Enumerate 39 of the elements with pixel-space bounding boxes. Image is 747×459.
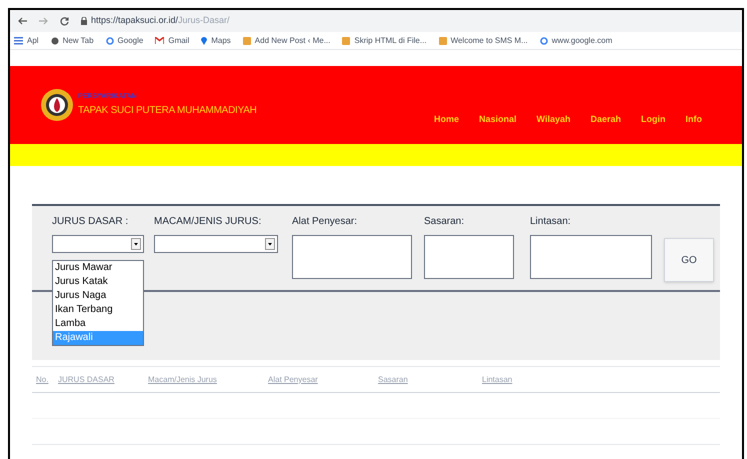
field-label: Alat Penyesar: (292, 215, 358, 229)
bookmark[interactable]: Add New Post ‹ Me... (242, 34, 330, 46)
dropdown-option[interactable]: Ikan Terbang (53, 303, 143, 317)
reload-icon[interactable] (60, 16, 69, 26)
dropdown-option[interactable]: Jurus Katak (53, 275, 143, 289)
maps-icon (201, 36, 208, 44)
lock-icon (81, 17, 87, 25)
field-label: MACAM/JENIS JURUS: (154, 215, 262, 229)
jenis-jurus-select[interactable] (154, 235, 278, 253)
alat-penyesar-field[interactable] (292, 235, 412, 279)
bookmark[interactable]: Skrip HTML di File... (342, 34, 427, 46)
field-label: Lintasan: (530, 215, 572, 229)
field-label: Sasaran: (424, 215, 466, 229)
page-icon (342, 36, 350, 44)
field-label: JURUS DASAR : (52, 215, 130, 229)
page-icon (438, 36, 447, 44)
google-icon (540, 36, 548, 44)
logo-title: TAPAK SUCI PUTERA MUHAMMADIYAH (78, 104, 257, 118)
apps-icon (14, 36, 23, 44)
lintasan-field[interactable] (530, 235, 652, 279)
bookmark[interactable]: Maps (201, 34, 231, 46)
bookmark[interactable]: Apl (14, 34, 39, 46)
bookmark[interactable]: Welcome to SMS M... (438, 34, 528, 46)
address-url[interactable]: https://tapaksuci.or.id/Jurus-Dasar/ (91, 14, 230, 28)
go-button[interactable]: GO (664, 238, 714, 282)
dropdown-option[interactable]: Lamba (53, 317, 143, 331)
sasaran-field[interactable] (424, 235, 514, 279)
gmail-icon (155, 37, 164, 44)
bookmark[interactable]: New Tab (50, 34, 94, 46)
bookmark[interactable]: www.google.com (540, 34, 612, 46)
jurus-dasar-select[interactable] (52, 235, 144, 253)
emblem-icon (40, 88, 74, 122)
bookmark[interactable]: Google (106, 34, 144, 46)
back-icon[interactable] (18, 17, 27, 25)
dropdown-option[interactable]: Jurus Mawar (53, 261, 143, 275)
page-icon (242, 36, 251, 44)
dropdown-option[interactable]: Jurus Naga (53, 289, 143, 303)
bookmark[interactable]: Gmail (155, 34, 190, 46)
google-icon (106, 36, 114, 44)
